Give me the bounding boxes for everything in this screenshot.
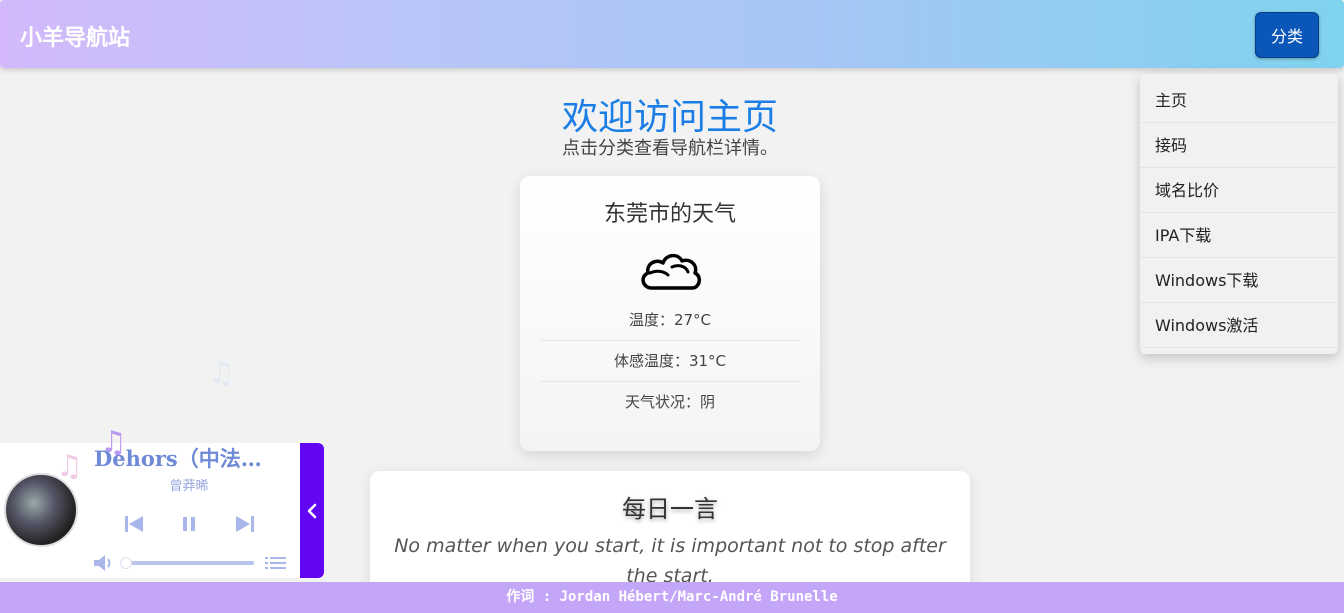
weather-temperature: 温度：27°C xyxy=(540,300,800,341)
dropdown-item-windows-activate[interactable]: Windows激活 xyxy=(1140,303,1338,348)
welcome-title: 欢迎访问主页 xyxy=(561,97,778,138)
music-note-icon: ♫ xyxy=(56,449,83,484)
volume-slider-handle[interactable] xyxy=(120,557,132,569)
lyrics-bar: 作词 : Jordan Hébert/Marc-André Brunelle xyxy=(0,582,1344,613)
playlist-icon[interactable] xyxy=(265,555,287,571)
top-header: 小羊导航站 分类 xyxy=(0,0,1344,68)
chevron-left-icon xyxy=(307,503,317,518)
album-art[interactable] xyxy=(4,473,78,547)
site-title[interactable]: 小羊导航站 xyxy=(20,20,130,52)
artist-name: 曾莽晞 xyxy=(169,479,209,494)
quote-title: 每日一言 xyxy=(622,495,718,523)
weather-feels-like: 体感温度：31°C xyxy=(540,341,800,382)
song-title: Dehors（中法… xyxy=(94,446,262,471)
welcome-subtitle: 点击分类查看导航栏详情。 xyxy=(562,138,778,159)
weather-card: 东莞市的天气 温度：27°C 体感温度：31°C 天气状况：阴 xyxy=(520,176,820,451)
pause-icon[interactable] xyxy=(180,513,198,535)
dropdown-item-domain-price[interactable]: 域名比价 xyxy=(1140,168,1338,213)
category-menu-button[interactable]: 分类 xyxy=(1255,12,1319,58)
player-toggle-button[interactable] xyxy=(300,443,324,578)
volume-icon[interactable] xyxy=(92,553,116,573)
volume-slider[interactable] xyxy=(122,561,254,565)
cloud-icon xyxy=(641,253,701,290)
previous-track-icon[interactable] xyxy=(123,513,145,535)
music-note-icon: ♫ xyxy=(208,356,235,391)
player-body: ♫ ♫ Dehors（中法… 曾莽晞 xyxy=(0,425,300,578)
weather-title: 东莞市的天气 xyxy=(603,202,736,227)
music-player: ♫ ♫ Dehors（中法… 曾莽晞 xyxy=(0,425,324,578)
dropdown-item-windows-download[interactable]: Windows下载 xyxy=(1140,258,1338,303)
weather-condition: 天气状况：阴 xyxy=(624,393,715,411)
next-track-icon[interactable] xyxy=(234,513,256,535)
dropdown-item-ipa-download[interactable]: IPA下载 xyxy=(1140,213,1338,258)
